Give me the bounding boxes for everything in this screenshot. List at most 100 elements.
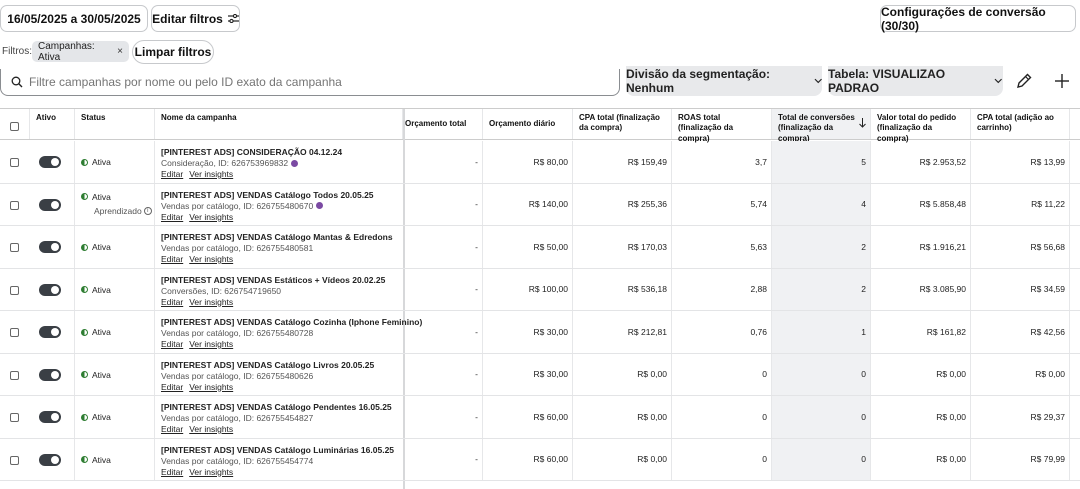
view-insights-link[interactable]: Ver insights [189, 467, 233, 477]
pencil-icon[interactable] [1015, 72, 1033, 90]
status-cell-border [75, 353, 155, 395]
total-budget-cell: - [405, 396, 483, 438]
campaign-name: [PINTEREST ADS] VENDAS Catálogo Livros 2… [161, 359, 375, 370]
daily-budget-cell: R$ 60,00 [483, 438, 573, 480]
campaign-objective-id: Vendas por catálogo, ID: 626755480626 [161, 371, 313, 381]
row-checkbox[interactable] [10, 285, 19, 295]
cpa-add-to-cart-cell: R$ 79,99 [971, 438, 1070, 480]
order-value-cell: R$ 2.953,52 [871, 141, 971, 183]
edit-link[interactable]: Editar [161, 254, 183, 264]
view-insights-link[interactable]: Ver insights [189, 169, 233, 179]
table-row[interactable]: Ativa [PINTEREST ADS] VENDAS Catálogo Liv… [0, 353, 1080, 396]
row-checkbox[interactable] [10, 200, 19, 210]
roas-checkout-cell: 2,88 [672, 268, 772, 310]
column-header-cpa-add-to-cart[interactable]: CPA total (adição ao carrinho) [971, 109, 1070, 139]
conversion-settings-button[interactable]: Configurações de conversão (30/30) [880, 4, 1076, 33]
edit-link[interactable]: Editar [161, 169, 183, 179]
table-row[interactable]: Ativa [PINTEREST ADS] VENDAS Catálogo Pen… [0, 396, 1080, 439]
column-header-order-value-checkout[interactable]: Valor total do pedido (finalização da co… [871, 109, 971, 143]
total-budget-cell: - [405, 353, 483, 395]
view-insights-link[interactable]: Ver insights [189, 297, 233, 307]
edit-link[interactable]: Editar [161, 212, 183, 222]
status-cell-border [75, 183, 155, 225]
close-icon[interactable]: × [117, 46, 123, 57]
column-header-campaign-name[interactable]: Nome da campanha [155, 109, 403, 139]
edit-link[interactable]: Editar [161, 467, 183, 477]
daily-budget-cell: R$ 30,00 [483, 353, 573, 395]
sort-down-arrow-icon[interactable] [859, 118, 866, 128]
column-header-daily-budget[interactable]: Orçamento diário [483, 109, 573, 139]
clear-filters-button[interactable]: Limpar filtros [132, 40, 214, 64]
column-header-conversions-checkout[interactable]: Total de conversões (finalização da comp… [772, 109, 871, 143]
edit-filters-button[interactable]: Editar filtros [151, 5, 240, 32]
row-checkbox[interactable] [10, 328, 19, 337]
daily-budget-cell: R$ 60,00 [483, 396, 573, 438]
daily-budget-cell: R$ 100,00 [483, 268, 573, 310]
campaign-name: [PINTEREST ADS] VENDAS Catálogo Pendente… [161, 402, 392, 412]
view-insights-link[interactable]: Ver insights [189, 382, 233, 392]
campaign-badge-icon [291, 159, 299, 167]
cpa-add-to-cart-cell: R$ 42,56 [971, 311, 1070, 353]
conversion-settings-label: Configurações de conversão (30/30) [881, 4, 1046, 33]
search-input[interactable] [29, 75, 589, 89]
cpa-checkout-cell: R$ 170,03 [573, 226, 672, 268]
date-range-button[interactable]: 16/05/2025 a 30/05/2025 [0, 5, 148, 32]
order-value-cell: R$ 0,00 [871, 353, 971, 395]
view-insights-link[interactable]: Ver insights [189, 212, 233, 222]
row-checkbox[interactable] [10, 413, 19, 422]
filters-label: Filtros: [2, 46, 32, 57]
row-checkbox[interactable] [10, 370, 19, 380]
conversions-checkout-cell: 2 [772, 226, 871, 268]
column-header-status[interactable]: Status [75, 109, 155, 139]
conversions-checkout-cell: 5 [772, 141, 871, 183]
row-actions: Editar Ver insights [161, 254, 233, 264]
view-insights-link[interactable]: Ver insights [189, 424, 233, 434]
column-header-total-budget[interactable]: Orçamento total [405, 109, 483, 139]
roas-checkout-cell: 0,76 [672, 311, 772, 353]
edit-link[interactable]: Editar [161, 382, 183, 392]
campaign-objective-id-text: Vendas por catálogo, ID: 626755454827 [161, 413, 314, 423]
table-row[interactable]: Ativa [PINTEREST ADS] CONSIDERAÇÃO 04.12.… [0, 141, 1080, 184]
edit-link[interactable]: Editar [161, 424, 183, 434]
campaign-objective-id-text: Vendas por catálogo, ID: 626755480728 [161, 328, 314, 338]
total-budget-cell: - [405, 141, 483, 183]
row-actions: Editar Ver insights [161, 169, 233, 179]
column-header-active[interactable]: Ativo [30, 109, 75, 139]
row-checkbox[interactable] [10, 158, 19, 167]
edit-filters-label: Editar filtros [152, 11, 223, 26]
order-value-cell: R$ 161,82 [871, 311, 971, 353]
campaign-objective-id-text: Vendas por catálogo, ID: 626755454774 [161, 455, 314, 466]
search-icon [11, 76, 23, 88]
edit-link[interactable]: Editar [161, 297, 183, 307]
conversions-checkout-cell: 2 [772, 268, 871, 310]
filter-chip-campaign-status[interactable]: Campanhas: Ativa × [32, 41, 129, 63]
order-value-cell: R$ 0,00 [871, 396, 971, 438]
campaign-badge-icon [316, 202, 324, 209]
segmentation-dropdown[interactable]: Divisão da segmentação: Nenhum [626, 66, 822, 96]
status-cell-border [75, 438, 155, 480]
status-cell-border [75, 226, 155, 268]
cpa-add-to-cart-cell: R$ 34,59 [971, 268, 1070, 310]
view-insights-link[interactable]: Ver insights [189, 254, 233, 264]
row-checkbox[interactable] [10, 455, 19, 465]
conversions-checkout-cell: 0 [772, 396, 871, 438]
table-view-dropdown[interactable]: Tabela: VISUALIZAO PADRAO [828, 66, 1003, 96]
campaign-search-bar[interactable] [0, 69, 620, 96]
table-row[interactable]: Ativa [PINTEREST ADS] VENDAS Estáticos + … [0, 268, 1080, 311]
table-row[interactable]: Ativa Aprendizado i [PINTEREST ADS] VENDAS … [0, 183, 1080, 226]
table-row[interactable]: Ativa [PINTEREST ADS] VENDAS Catálogo Man… [0, 226, 1080, 269]
table-row[interactable]: Ativa [PINTEREST ADS] VENDAS Catálogo Lum… [0, 438, 1080, 481]
clear-filters-label: Limpar filtros [134, 45, 212, 59]
chevron-down-icon [814, 78, 822, 84]
conversions-checkout-cell: 0 [772, 353, 871, 395]
plus-icon[interactable] [1053, 72, 1071, 90]
edit-link[interactable]: Editar [161, 339, 183, 349]
table-row[interactable]: Ativa [PINTEREST ADS] VENDAS Catálogo Coz… [0, 311, 1080, 354]
column-header-cpa-checkout[interactable]: CPA total (finalização da compra) [573, 109, 672, 139]
select-all-checkbox[interactable] [10, 122, 19, 131]
row-checkbox[interactable] [10, 243, 19, 252]
total-budget-cell: - [405, 311, 483, 353]
column-header-roas-checkout[interactable]: ROAS total (finalização da compra) [672, 109, 772, 143]
view-insights-link[interactable]: Ver insights [189, 339, 233, 349]
campaign-name: [PINTEREST ADS] VENDAS Catálogo Luminári… [161, 444, 395, 455]
